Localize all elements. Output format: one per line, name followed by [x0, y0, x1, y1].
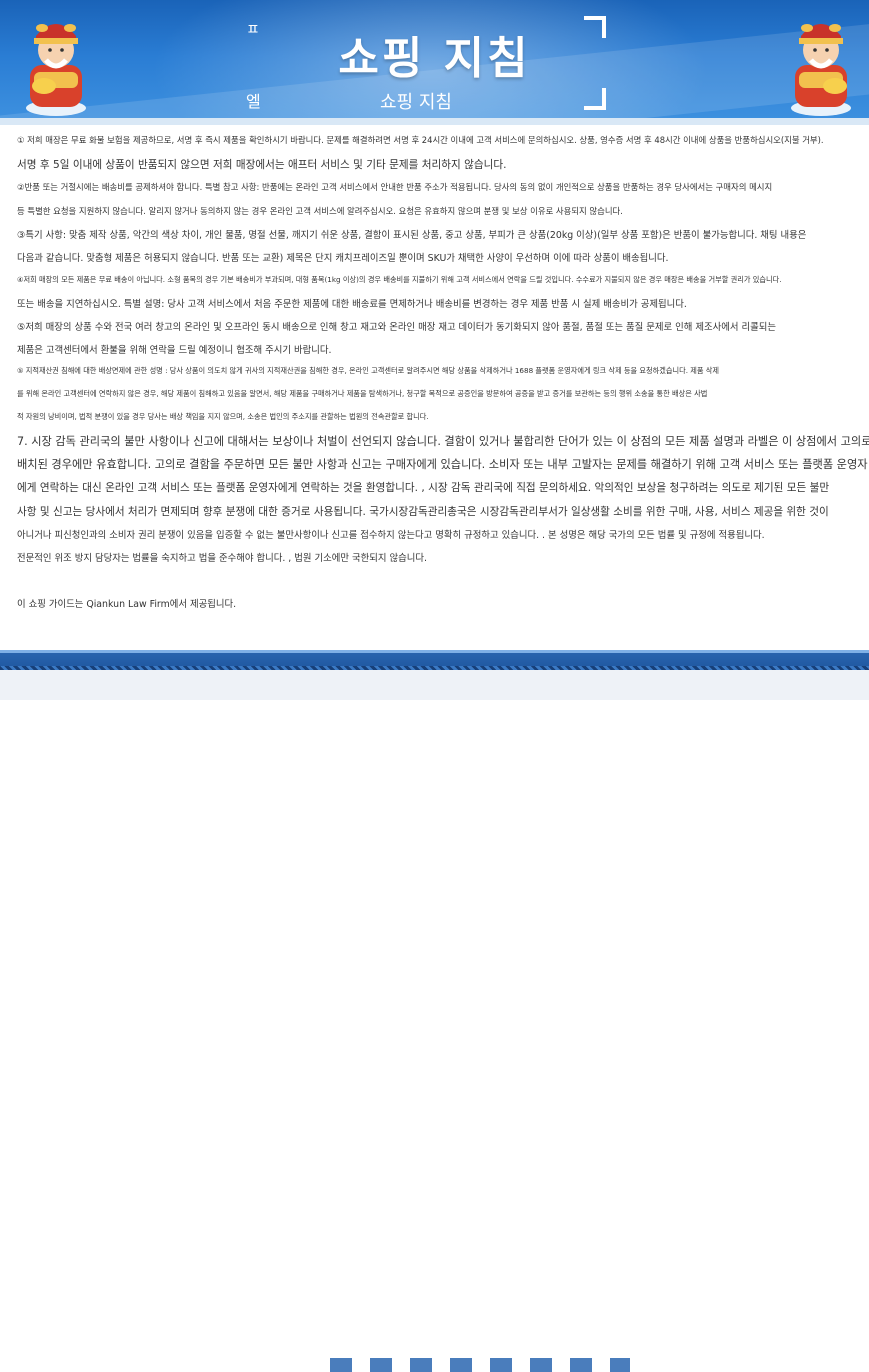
guide-paragraph: 서명 후 5일 이내에 상품이 반품되지 않으면 저희 매장에서는 애프터 서비… — [17, 159, 507, 171]
header-banner: ㅍ 엘 쇼핑 지침 쇼핑 지침 — [0, 0, 869, 125]
guide-paragraph: ⑤ 지적재산권 침해에 대한 배상면제에 관한 성명 : 당사 상품이 의도치 … — [17, 366, 720, 375]
guide-paragraph: 제품은 고객센터에서 환불을 위해 연락을 드릴 예정이니 협조해 주시기 바랍… — [17, 345, 332, 356]
guide-paragraph: 배치된 경우에만 유효합니다. 고의로 결함을 주문하면 모든 불만 사항과 신… — [17, 458, 868, 471]
guide-paragraph: 적 자원의 낭비이며, 법적 분쟁이 있을 경우 당사는 배상 책임을 지지 않… — [17, 412, 429, 421]
guide-paragraph: ⑤저희 매장의 상품 수와 전국 여러 창고의 온라인 및 오프라인 동시 배송… — [17, 322, 776, 333]
footer-area — [0, 670, 869, 1372]
header-left-mark-bottom: 엘 — [246, 92, 261, 111]
guide-paragraph: 또는 배송을 지연하십시오. 특별 설명: 당사 고객 서비스에서 처음 주문한… — [17, 299, 687, 310]
guide-paragraph: 아니거나 피신청인과의 소비자 권리 분쟁이 있음을 입증할 수 없는 불만사항… — [17, 530, 765, 541]
cropped-next-section-title — [330, 1358, 630, 1372]
page-title: 쇼핑 지침 — [338, 33, 531, 84]
guide-paragraph: 7. 시장 감독 관리국의 불만 사항이나 신고에 대해서는 보상이나 처벌이 … — [17, 435, 869, 448]
guide-paragraph: 사항 및 신고는 당사에서 처리가 면제되며 향후 분쟁에 대한 증거로 사용됩… — [17, 506, 829, 518]
guide-paragraph: ④저희 매장의 모든 제품은 무료 배송이 아닙니다. 소형 품목의 경우 기본… — [17, 275, 782, 284]
guide-paragraph: 등 특별한 요청을 지원하지 않습니다. 알리지 않거나 동의하지 않는 경우 … — [17, 206, 623, 216]
corner-bracket-bottom-right — [584, 88, 606, 110]
guide-paragraph: 에게 연락하는 대신 온라인 고객 서비스 또는 플랫폼 운영자에게 연락하는 … — [17, 482, 830, 494]
footer-highlight-stripe — [0, 650, 869, 653]
guide-paragraph: ②반품 또는 거절시에는 배송비를 공제하셔야 합니다. 특별 참고 사항: 반… — [17, 182, 773, 192]
banner-bottom-edge — [0, 118, 869, 125]
guide-provider-note: 이 쇼핑 가이드는 Qiankun Law Firm에서 제공됩니다. — [17, 599, 237, 610]
footer-bar — [0, 650, 869, 670]
page-subtitle: 쇼핑 지침 — [380, 92, 452, 113]
guide-paragraph: 다음과 같습니다. 맞춤형 제품은 허용되지 않습니다. 반품 또는 교환) 제… — [17, 253, 669, 264]
guide-paragraph: ③특기 사항: 맞춤 제작 상품, 악간의 색상 차이, 개인 물품, 명절 선… — [17, 230, 807, 241]
guide-paragraph: 전문적인 위조 방지 담당자는 법률을 숙지하고 법을 준수해야 합니다. , … — [17, 553, 427, 564]
guide-paragraph: 를 위해 온라인 고객센터에 연락하지 않은 경우, 해당 제품이 침해하고 있… — [17, 389, 708, 398]
guide-paragraph: ① 저희 매장은 무료 화물 보험을 제공하므로, 서명 후 즉시 제품을 확인… — [17, 135, 824, 145]
corner-bracket-top-right — [584, 16, 606, 38]
